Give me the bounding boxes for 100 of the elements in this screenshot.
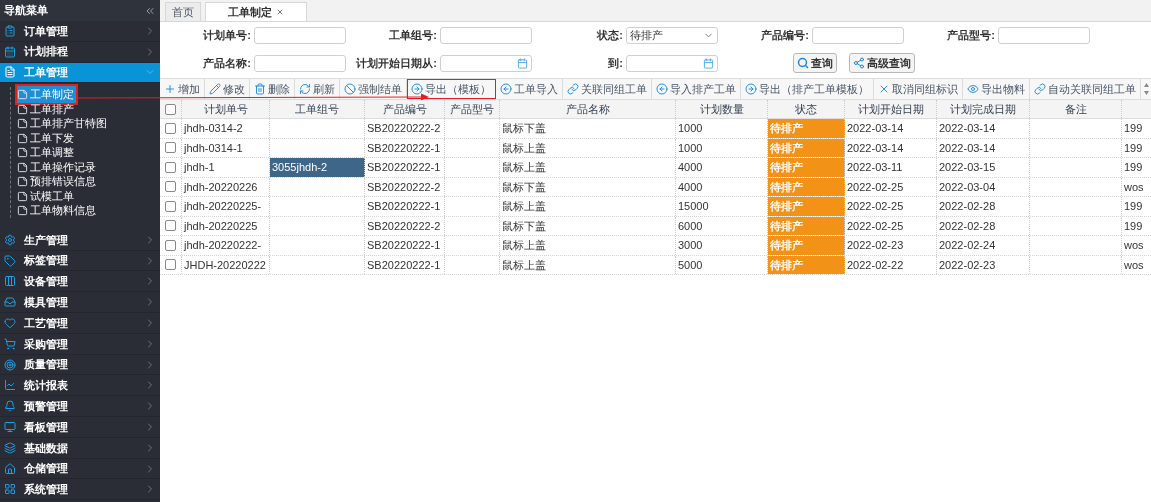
tree-item[interactable]: 工单物料信息: [17, 202, 98, 219]
column-header[interactable]: 备注: [1030, 100, 1122, 118]
column-header[interactable]: 计划完成日期: [937, 100, 1030, 118]
tab[interactable]: 工单制定: [205, 2, 307, 21]
tab[interactable]: 首页: [165, 2, 201, 21]
field-label: 产品型号:: [947, 28, 995, 44]
menu-item[interactable]: 看板管理: [0, 417, 160, 438]
toolbar-button[interactable]: 工单导入: [496, 79, 563, 99]
toolbar-button[interactable]: 导出物料: [963, 79, 1030, 99]
menu-item[interactable]: 基础数据: [0, 437, 160, 459]
column-header[interactable]: 状态: [768, 100, 845, 118]
tree-item[interactable]: 试模工单: [17, 187, 76, 205]
toolbar-button[interactable]: 删除: [250, 79, 295, 99]
status-select[interactable]: 待排产: [626, 27, 718, 44]
table-cell: jhdh-20220226: [182, 177, 270, 196]
share-icon: [853, 57, 865, 69]
column-header[interactable]: 产品型号: [445, 100, 500, 118]
menu-item[interactable]: 生产管理: [0, 229, 160, 251]
tree-item[interactable]: 工单排产: [17, 100, 76, 118]
menu-item[interactable]: 统计报表: [0, 375, 160, 397]
table-cell: 2022-03-14: [845, 138, 937, 157]
field-label: 产品名称:: [203, 55, 251, 71]
date-field[interactable]: [626, 54, 718, 72]
toolbar-icon: [164, 83, 176, 95]
input-field[interactable]: [998, 27, 1090, 44]
row-checkbox[interactable]: [165, 142, 176, 154]
menu-icon: [4, 337, 16, 350]
tree-item[interactable]: 工单操作记录: [17, 158, 98, 176]
toolbar-button[interactable]: 刷新: [295, 79, 340, 99]
toolbar-icon: [299, 83, 311, 95]
date-field[interactable]: [440, 54, 532, 72]
toolbar-button[interactable]: 导入排产工单: [652, 79, 741, 99]
menu-icon: [4, 296, 16, 309]
close-icon[interactable]: [276, 8, 284, 16]
table-cell: SB20220222-1: [365, 255, 445, 274]
tree-item[interactable]: 预排错误信息: [17, 173, 98, 190]
menu-item[interactable]: 计划排程: [0, 41, 160, 63]
menu-icon: [4, 462, 16, 475]
menu-item[interactable]: 采购管理: [0, 333, 160, 355]
toolbar-button[interactable]: 取消同组标识: [874, 79, 963, 99]
table-cell: jhdh-20220225: [182, 216, 270, 235]
input-field[interactable]: [440, 27, 532, 44]
column-header[interactable]: 产品名称: [500, 100, 676, 118]
document-icon: [17, 103, 28, 115]
row-checkbox[interactable]: [165, 239, 176, 251]
tree-item[interactable]: 工单制定: [17, 86, 76, 103]
table-cell: 2022-02-28: [937, 216, 1030, 235]
table-cell: 鼠标上盖: [500, 197, 676, 216]
menu-item[interactable]: 标签管理: [0, 250, 160, 272]
column-header[interactable]: 计划单号: [182, 100, 270, 118]
row-checkbox[interactable]: [165, 200, 176, 212]
toolbar-icon: [567, 83, 579, 95]
toolbar-button[interactable]: 修改: [205, 79, 250, 99]
input-field[interactable]: [254, 27, 346, 44]
input-field[interactable]: [812, 27, 904, 44]
menu-item[interactable]: 预警管理: [0, 396, 160, 418]
column-header[interactable]: 工单组号: [270, 100, 365, 118]
field-label: 到:: [608, 55, 623, 71]
table-cell: 鼠标上盖: [500, 138, 676, 157]
tree-item[interactable]: 工单排产甘特图: [17, 115, 109, 132]
row-checkbox[interactable]: [165, 259, 176, 271]
search-button[interactable]: 查询: [793, 53, 837, 73]
table-cell: SB20220222-2: [365, 216, 445, 235]
column-header[interactable]: 计划数量: [676, 100, 768, 118]
table-cell: 鼠标下盖: [500, 119, 676, 138]
row-checkbox[interactable]: [165, 161, 176, 173]
table-cell: 199: [1122, 158, 1151, 177]
menu-item[interactable]: 仓储管理: [0, 458, 160, 480]
tree-item[interactable]: 工单下发: [17, 129, 76, 147]
calendar-icon[interactable]: [703, 57, 714, 69]
scroll-arrows-icon: [1142, 82, 1150, 96]
menu-icon: [4, 420, 16, 433]
row-checkbox[interactable]: [165, 220, 176, 232]
table-cell: 2022-03-14: [937, 119, 1030, 138]
menu-item[interactable]: 订单管理: [0, 21, 160, 42]
menu-item[interactable]: 工艺管理: [0, 313, 160, 334]
toolbar-button[interactable]: 导出（排产工单模板）: [741, 79, 874, 99]
toolbar-button[interactable]: 关联同组工单: [563, 79, 652, 99]
row-checkbox[interactable]: [165, 181, 176, 193]
menu-item[interactable]: 设备管理: [0, 271, 160, 293]
select-all-checkbox[interactable]: [165, 103, 176, 115]
table-cell: SB20220222-1: [365, 138, 445, 157]
status-cell: 待排产: [768, 119, 845, 138]
column-header[interactable]: 计划开始日期: [845, 100, 937, 118]
input-field[interactable]: [254, 54, 346, 72]
advanced-search-button[interactable]: 高级查询: [849, 53, 915, 73]
toolbar-button[interactable]: 导出（模板）: [407, 79, 496, 99]
menu-item[interactable]: 模具管理: [0, 292, 160, 314]
toolbar-button[interactable]: 强制结单: [340, 79, 407, 99]
table-cell: SB20220222-2: [365, 119, 445, 138]
menu-item[interactable]: 质量管理: [0, 354, 160, 376]
row-checkbox[interactable]: [165, 122, 176, 134]
table-cell: 鼠标上盖: [500, 255, 676, 274]
document-icon: [17, 176, 28, 188]
calendar-icon[interactable]: [517, 57, 528, 69]
toolbar-button[interactable]: 增加: [160, 79, 205, 99]
menu-icon: [4, 66, 16, 79]
tree-item[interactable]: 工单调整: [17, 144, 76, 161]
document-icon: [17, 147, 28, 159]
menu-item[interactable]: 系统管理: [0, 479, 160, 501]
